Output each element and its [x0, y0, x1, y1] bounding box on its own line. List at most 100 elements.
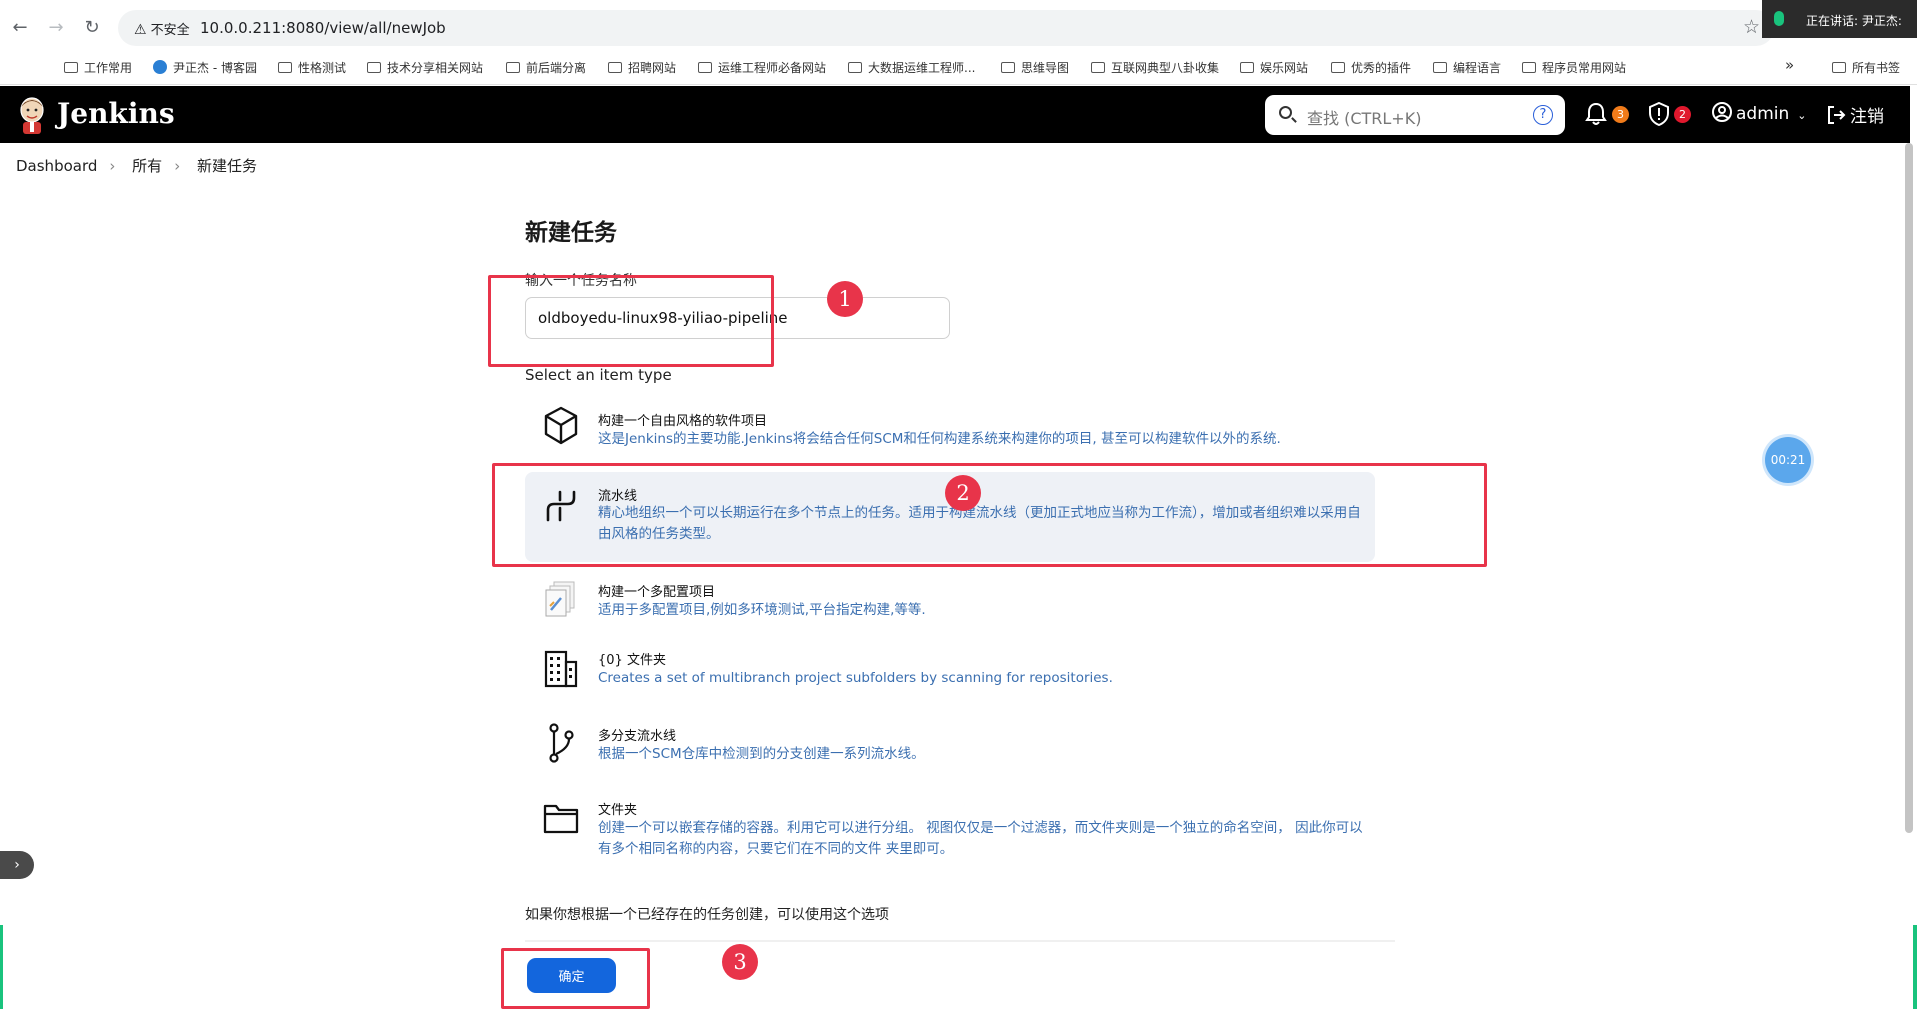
user-icon: [1712, 102, 1732, 122]
security-warning[interactable]: ⚠ 不安全: [134, 19, 190, 38]
bookmark-item[interactable]: 娱乐网站: [1240, 59, 1308, 76]
annotation-box-3: [501, 948, 650, 1009]
screen-share-border: [1913, 925, 1917, 1009]
breadcrumb-all[interactable]: 所有: [132, 157, 162, 175]
item-description: Creates a set of multibranch project sub…: [598, 670, 1113, 686]
folder-icon: [1832, 62, 1846, 73]
folder-icon: [278, 62, 292, 73]
annotation-number-3: 3: [722, 944, 758, 980]
folder-icon: [698, 62, 712, 73]
recording-timer[interactable]: 00:21: [1765, 437, 1811, 483]
folder-icon: [1522, 62, 1536, 73]
bookmark-item[interactable]: 大数据运维工程师...: [848, 59, 975, 76]
bookmark-item[interactable]: 优秀的插件: [1331, 59, 1411, 76]
warning-icon: ⚠: [134, 22, 147, 38]
back-arrow-icon[interactable]: ←: [8, 16, 32, 40]
folder-icon: [1001, 62, 1015, 73]
item-description: 创建一个可以嵌套存储的容器。利用它可以进行分组。 视图仅仅是一个过滤器，而文件夹…: [598, 820, 1363, 857]
item-title: 构建一个多配置项目: [598, 585, 716, 600]
bookmark-item[interactable]: 招聘网站: [608, 59, 676, 76]
security-shield-icon[interactable]: [1648, 101, 1670, 131]
item-type-multibranch-pipeline[interactable]: 多分支流水线 根据一个SCM仓库中检测到的分支创建一系列流水线。: [525, 722, 1375, 772]
jenkins-title[interactable]: Jenkins: [57, 97, 175, 130]
bookmark-item[interactable]: 性格测试: [278, 59, 346, 76]
bookmarks-overflow-icon[interactable]: »: [1785, 56, 1794, 74]
bookmark-item[interactable]: 技术分享相关网站: [367, 59, 483, 76]
user-menu[interactable]: admin ⌄: [1712, 102, 1807, 124]
folder-icon: [506, 62, 520, 73]
browser-toolbar: ← → ↻ ⚠ 不安全 10.0.0.211:8080/view/all/newJ…: [0, 0, 1917, 57]
microphone-icon: [1774, 11, 1784, 26]
jenkins-logo-icon[interactable]: [15, 95, 49, 135]
bookmark-item[interactable]: 程序员常用网站: [1522, 59, 1626, 76]
multi-config-icon: [545, 581, 575, 617]
item-description: 根据一个SCM仓库中检测到的分支创建一系列流水线。: [598, 746, 925, 762]
chevron-right-icon: ›: [109, 157, 116, 175]
bookmark-item[interactable]: 运维工程师必备网站: [698, 59, 826, 76]
security-badge: 2: [1674, 106, 1691, 123]
all-bookmarks[interactable]: 所有书签: [1832, 59, 1900, 76]
bookmark-item[interactable]: 互联网典型八卦收集: [1091, 59, 1219, 76]
bookmark-item[interactable]: 前后端分离: [506, 59, 586, 76]
search-input[interactable]: 查找 (CTRL+K): [1307, 105, 1421, 129]
screen-share-border: [0, 925, 3, 1009]
bookmark-item[interactable]: 思维导图: [1001, 59, 1069, 76]
item-title: 多分支流水线: [598, 729, 677, 744]
folder-icon: [1433, 62, 1447, 73]
item-type-label: Select an item type: [525, 366, 672, 384]
item-title: 构建一个自由风格的软件项目: [598, 414, 768, 429]
logout-label: 注销: [1850, 107, 1884, 127]
bookmark-star-icon[interactable]: ☆: [1743, 16, 1760, 38]
site-icon: [153, 60, 167, 74]
forward-arrow-icon[interactable]: →: [44, 16, 68, 40]
copy-from-label: 如果你想根据一个已经存在的任务创建，可以使用这个选项: [525, 907, 889, 923]
logout-button[interactable]: 注销: [1826, 102, 1884, 127]
annotation-number-1: 1: [827, 281, 863, 317]
bookmark-item[interactable]: 尹正杰 - 博客园: [153, 59, 257, 76]
notifications-badge: 3: [1612, 106, 1629, 123]
breadcrumb-dashboard[interactable]: Dashboard: [16, 157, 97, 175]
bookmarks-bar: 工作常用 尹正杰 - 博客园 性格测试 技术分享相关网站 前后端分离 招聘网站 …: [0, 53, 1917, 85]
breadcrumb: Dashboard › 所有 › 新建任务: [16, 155, 267, 176]
organization-icon: [544, 650, 578, 688]
folder-icon: [1240, 62, 1254, 73]
item-type-freestyle[interactable]: 构建一个自由风格的软件项目 这是Jenkins的主要功能.Jenkins将会结合…: [525, 405, 1375, 455]
address-bar[interactable]: ⚠ 不安全 10.0.0.211:8080/view/all/newJob ☆: [118, 10, 1774, 46]
folder-icon: [848, 62, 862, 73]
folder-icon: [1091, 62, 1105, 73]
search-icon: [1279, 106, 1292, 119]
reload-icon[interactable]: ↻: [80, 16, 104, 40]
folder-icon: [1331, 62, 1345, 73]
annotation-number-2: 2: [945, 475, 981, 511]
chevron-down-icon: ⌄: [1797, 109, 1807, 122]
branch-icon: [549, 723, 574, 763]
item-type-folder[interactable]: 文件夹 创建一个可以嵌套存储的容器。利用它可以进行分组。 视图仅仅是一个过滤器，…: [525, 798, 1375, 870]
folder-icon: [64, 62, 78, 73]
notifications-bell-icon[interactable]: [1585, 102, 1607, 131]
copy-from-field[interactable]: [525, 940, 1395, 942]
annotation-box-2: [492, 463, 1487, 567]
security-label: 不安全: [150, 23, 190, 38]
item-title: {0} 文件夹: [598, 653, 666, 668]
item-type-multi-config[interactable]: 构建一个多配置项目 适用于多配置项目,例如多环境测试,平台指定构建,等等.: [525, 578, 1375, 628]
annotation-box-1: [488, 275, 774, 367]
folder-icon: [608, 62, 622, 73]
help-icon[interactable]: ?: [1533, 105, 1553, 125]
search-box[interactable]: 查找 (CTRL+K) ?: [1265, 95, 1565, 135]
url-text[interactable]: 10.0.0.211:8080/view/all/newJob: [200, 19, 446, 37]
page-scrollbar[interactable]: [1905, 143, 1913, 833]
cube-icon: [544, 406, 578, 445]
breadcrumb-new-job[interactable]: 新建任务: [197, 157, 257, 175]
user-name: admin: [1736, 104, 1790, 124]
item-description: 适用于多配置项目,例如多环境测试,平台指定构建,等等.: [598, 602, 926, 618]
speaking-label: 正在讲话: 尹正杰:: [1806, 14, 1902, 28]
side-panel-toggle-icon[interactable]: ›: [0, 851, 34, 879]
item-description: 这是Jenkins的主要功能.Jenkins将会结合任何SCM和任何构建系统来构…: [598, 431, 1281, 447]
folder-icon: [543, 804, 579, 834]
speaking-indicator: 正在讲话: 尹正杰:: [1762, 0, 1917, 38]
jenkins-header: Jenkins 查找 (CTRL+K) ? 3 2 admin ⌄ 注销: [0, 86, 1910, 143]
bookmark-item[interactable]: 工作常用: [64, 59, 132, 76]
chevron-right-icon: ›: [174, 157, 181, 175]
item-type-organization-folder[interactable]: {0} 文件夹 Creates a set of multibranch pro…: [525, 648, 1375, 698]
bookmark-item[interactable]: 编程语言: [1433, 59, 1501, 76]
